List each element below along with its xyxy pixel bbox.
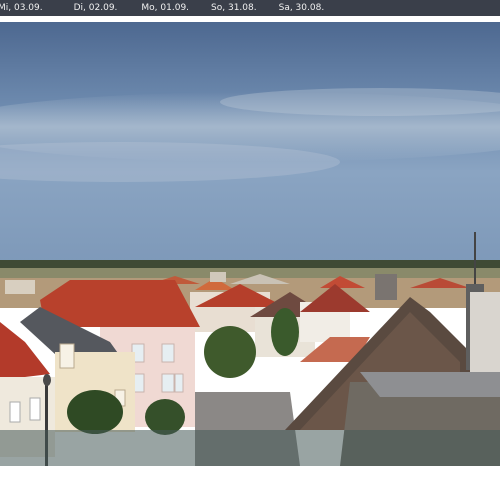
flat-roof [360,372,500,397]
tree [67,390,123,434]
date-tab-so-31-08[interactable]: So, 31.08. [211,0,271,16]
tree [204,326,256,378]
date-tab-sa-30-08[interactable]: Sa, 30.08. [279,0,339,16]
date-tab-mo-01-09[interactable]: Mo, 01.09. [141,0,203,16]
image-bottom-overlay [0,430,500,466]
date-tab-mi-03-09[interactable]: Mi, 03.09. [0,0,57,16]
street-lamp-head [43,374,51,386]
date-tab-di-02-09[interactable]: Di, 02.09. [74,0,132,16]
date-navigation-bar: Mi, 03.09. Di, 02.09. Mo, 01.09. So, 31.… [0,0,500,16]
webcam-image[interactable] [0,22,500,466]
right-facade [470,292,500,372]
tree [271,308,299,356]
window [59,343,75,369]
chimney [375,274,397,300]
webcam-scene [0,22,500,466]
window [29,397,41,421]
window [9,401,21,423]
